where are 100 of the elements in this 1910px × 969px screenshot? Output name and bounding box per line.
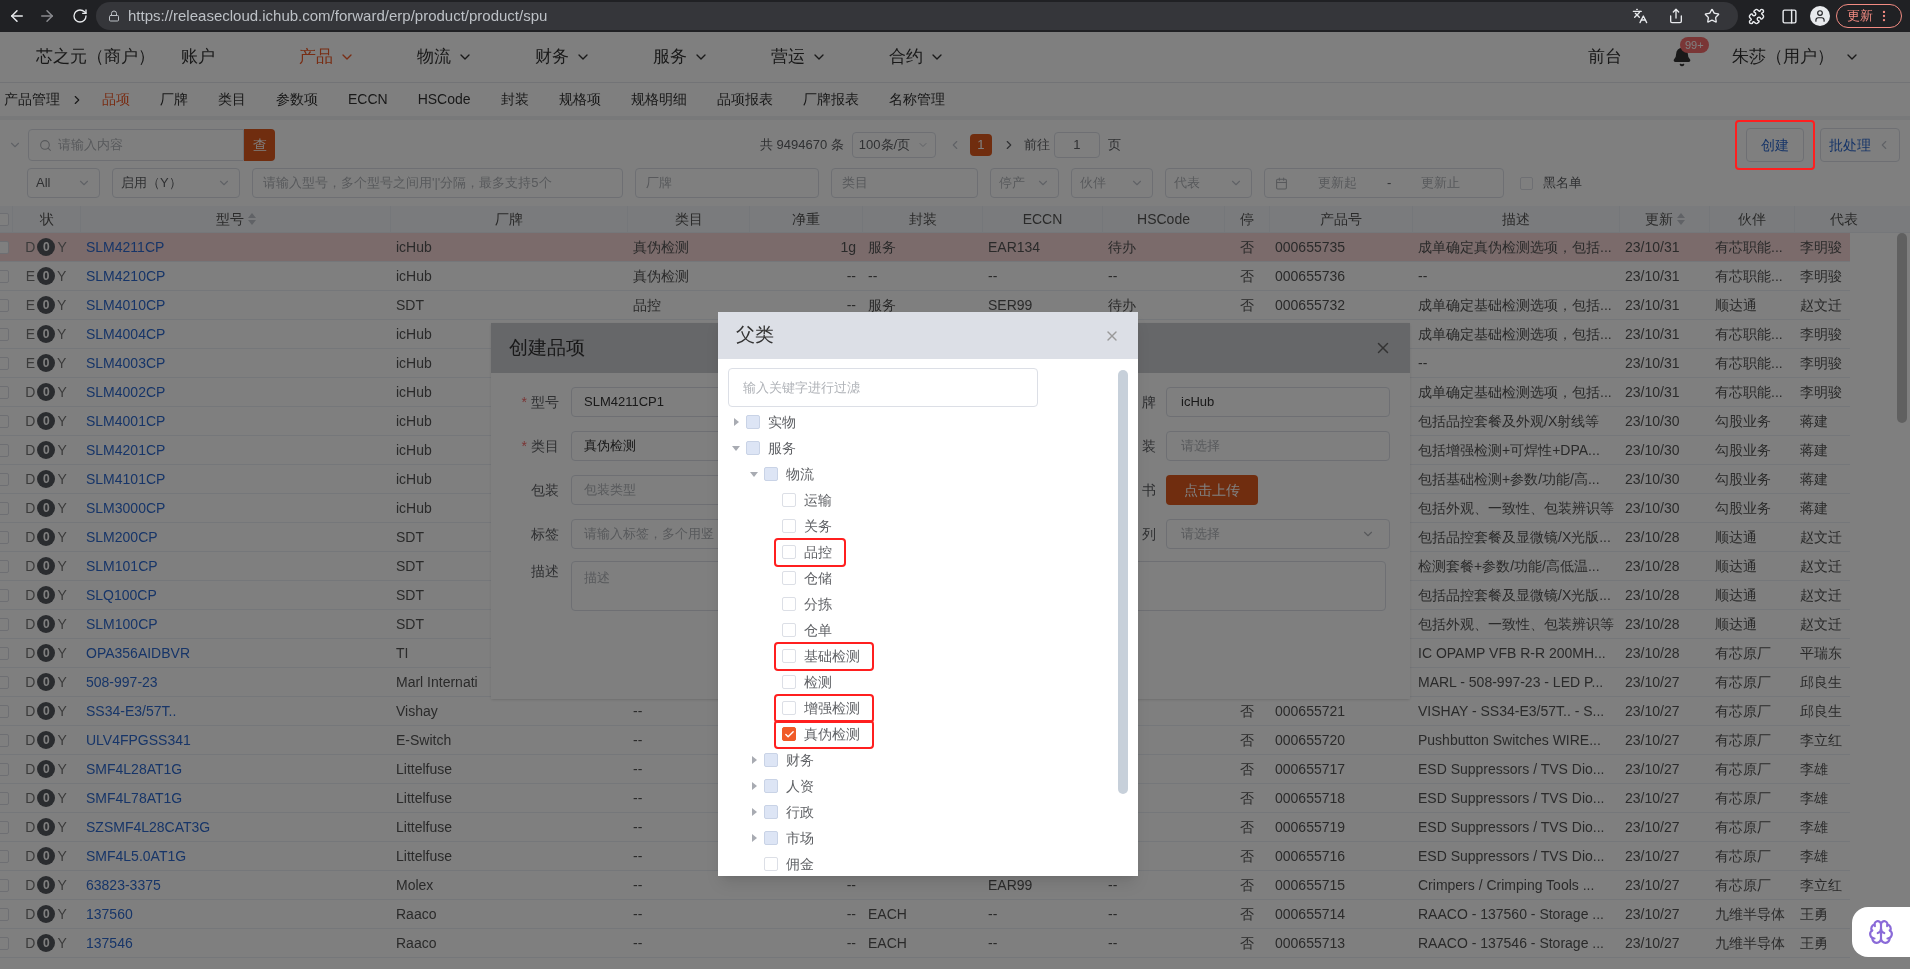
table-cell-text: 顺达通 [1715,295,1757,315]
table-cell-text: 23/10/27 [1625,788,1680,808]
table-cell-text: 包括增强检测+可焊性+DPA... [1418,440,1600,460]
dialog-title: 创建品项 [509,335,585,360]
count-badge: 0 [37,441,56,459]
table-cell-text: 平瑞东 [1800,643,1842,663]
count-badge: 0 [37,789,56,807]
flag-letter: Y [57,875,67,895]
table-cell-text: -- [633,759,643,779]
table-cell-text: 有芯原厂 [1715,759,1771,779]
table-cell-text: -- [868,266,878,286]
table-cell-text: -- [633,933,643,953]
table-cell-text: 23/10/28 [1625,556,1680,576]
table-cell-text: 蒋建 [1800,440,1828,460]
table-cell-text: 000655714 [1275,904,1346,924]
table-cell-text: 成单确定基础检测选项，包括... [1418,324,1612,344]
table-cell-text: EACH [868,904,907,924]
table-cell-text: TI [396,643,409,663]
table-cell-text: Pushbutton Switches WIRE... [1418,730,1601,750]
table-cell-text: Raaco [396,904,437,924]
table-cell-text: 000655713 [1275,933,1346,953]
table-cell-text: 待办 [1108,295,1136,315]
table-cell-text: -- [633,875,643,895]
table-cell-text: SDT [396,585,424,605]
flag-letter: Y [57,527,67,547]
table-cell-text: -- [1108,266,1118,286]
table-cell-text: Marl Internati [396,672,478,692]
status-letter: D [25,730,36,750]
table-cell-text: 23/10/28 [1625,614,1680,634]
field-label: 包装 [530,480,560,500]
table-cell-text: 000655736 [1275,266,1346,286]
table-cell-text: 服务 [868,237,896,257]
table-cell-text: 邱良生 [1800,701,1842,721]
table-cell-text: 李雄 [1800,788,1828,808]
table-cell-text: 顺达通 [1715,585,1757,605]
status-letter: D [25,933,36,953]
count-badge: 0 [37,354,55,372]
table-cell-text: -- [633,730,643,750]
table-cell-text: -- [846,904,856,924]
flag-letter: Y [57,933,67,953]
count-badge: 0 [37,760,56,778]
table-cell-text: 23/10/30 [1625,498,1680,518]
status-letter: D [25,382,36,402]
table-cell-text: 23/10/30 [1625,440,1680,460]
flag-letter: Y [57,237,67,257]
table-cell-text: 有芯职能... [1715,324,1783,344]
table-cell-text: 勾股业务 [1715,440,1771,460]
table-cell-text: 有芯职能... [1715,382,1783,402]
dialog-title: 父类 [736,323,774,348]
table-cell-text: 顺达通 [1715,527,1757,547]
count-badge: 0 [37,847,56,865]
table-cell-text: 李明骏 [1800,266,1842,286]
flag-letter: Y [57,440,67,460]
count-badge: 0 [37,499,56,517]
count-badge: 0 [37,528,56,546]
table-cell-text: 九维半导体 [1715,933,1785,953]
table-cell-text: 23/10/27 [1625,672,1680,692]
field-label: 标签 [530,524,560,544]
table-cell-text: SDT [396,556,424,576]
table-cell-text: 蒋建 [1800,498,1828,518]
flag-letter: Y [57,614,67,634]
table-cell-text: VISHAY - SS34-E3/57T.. - S... [1418,701,1605,721]
table-cell-text: 检测套餐+参数/功能/高低温... [1418,556,1600,576]
table-cell-text: 李立红 [1800,875,1842,895]
table-cell-text: 否 [1239,759,1254,779]
status-letter: D [25,643,36,663]
table-cell-text: 否 [1239,846,1254,866]
flag-letter: Y [57,556,67,576]
flag-letter: Y [57,295,67,315]
count-badge: 0 [37,557,56,575]
table-cell-text: 有芯原厂 [1715,672,1771,692]
table-cell-text: 李明骏 [1800,353,1842,373]
table-cell-text: 顺达通 [1715,556,1757,576]
table-cell-text: EAR99 [988,875,1033,895]
table-cell-text: 23/10/31 [1625,382,1680,402]
table-cell-text: ESD Suppressors / TVS Dio... [1418,788,1605,808]
status-letter: D [25,411,36,431]
flag-letter: Y [57,817,67,837]
table-cell-text: Vishay [396,701,438,721]
flag-letter: Y [57,904,67,924]
table-cell-text: 23/10/27 [1625,701,1680,721]
status-letter: E [25,295,35,315]
status-letter: D [25,527,36,547]
table-cell-text: 000655720 [1275,730,1346,750]
table-cell-text: icHub [396,411,432,431]
flag-letter: Y [57,759,67,779]
table-cell-text: Raaco [396,933,437,953]
table-cell-text: 000655715 [1275,875,1346,895]
flag-letter: Y [57,672,67,692]
status-letter: D [25,759,36,779]
status-letter: D [25,701,36,721]
total-count: 共 9494670 条 [760,136,844,155]
table-cell-text: Molex [396,875,434,895]
table-cell-text: 包括基础检测+参数/功能/高... [1418,469,1600,489]
flag-letter: Y [57,498,67,518]
table-cell-text: 23/10/31 [1625,266,1680,286]
table-cell-text: -- [988,266,998,286]
table-cell-text: -- [1108,904,1118,924]
field-label: 描述 [530,562,560,581]
table-cell-text: icHub [396,353,432,373]
